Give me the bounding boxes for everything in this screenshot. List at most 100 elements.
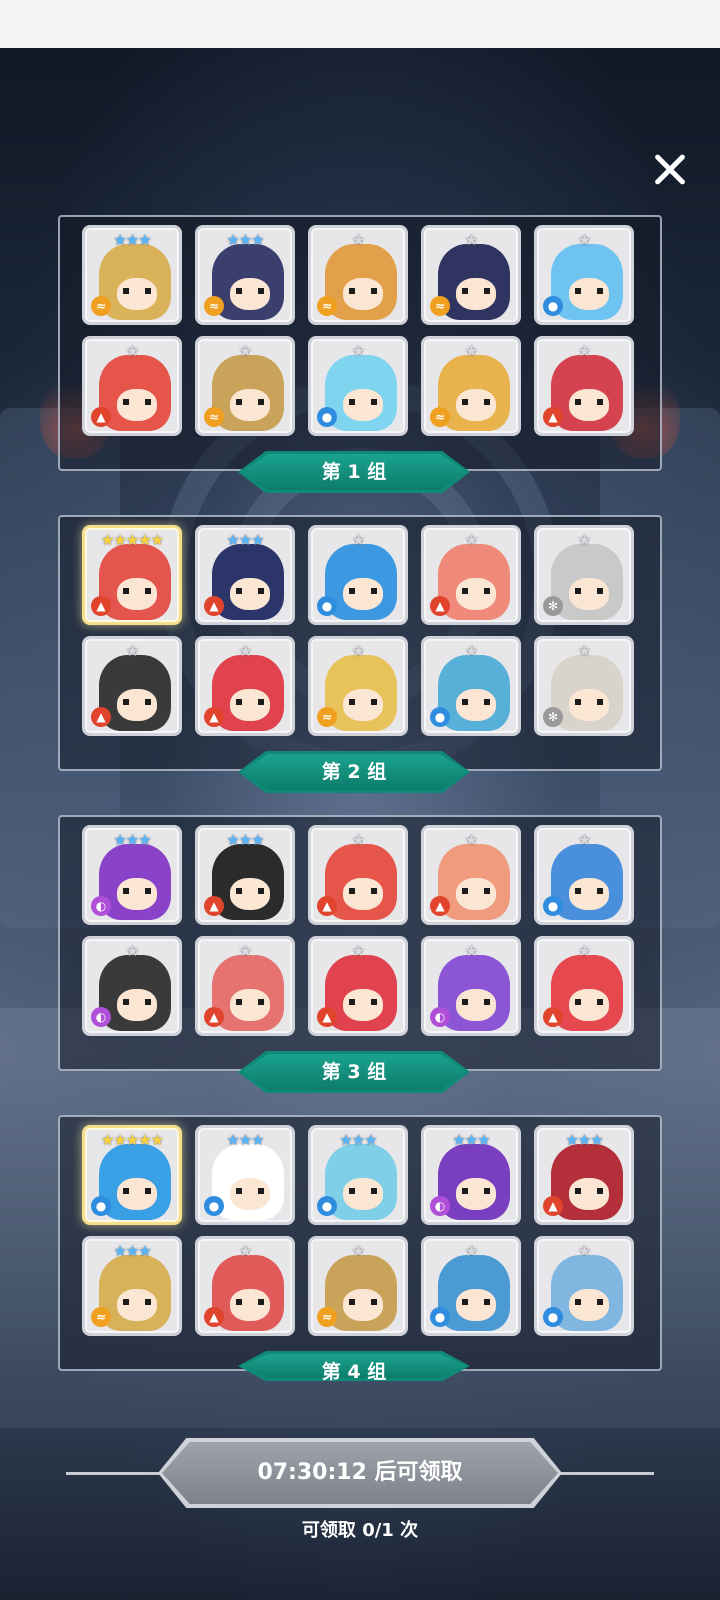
star-rating: ★ <box>125 642 139 660</box>
hero-card[interactable]: ★ ● <box>534 1236 634 1336</box>
hero-card[interactable]: ★ ▲ <box>308 936 408 1036</box>
arcane-element-icon: ◐ <box>91 896 111 916</box>
hero-card[interactable]: ★★★★★ ▲ <box>82 525 182 625</box>
fire-element-icon: ▲ <box>430 896 450 916</box>
wind-element-icon: ≈ <box>204 407 224 427</box>
hero-face <box>230 278 270 310</box>
light-element-icon: ✻ <box>543 707 563 727</box>
hero-face <box>230 1289 270 1321</box>
hero-face <box>343 389 383 421</box>
hero-card[interactable]: ★ ≈ <box>195 336 295 436</box>
hero-card[interactable]: ★★★ ● <box>308 1125 408 1225</box>
hero-eyes <box>349 588 377 594</box>
group-label: 第 3 组 <box>321 1061 387 1083</box>
hero-face <box>117 1289 157 1321</box>
hero-eyes <box>575 888 603 894</box>
hero-card[interactable]: ★ ● <box>421 1236 521 1336</box>
hero-face <box>230 578 270 610</box>
hero-card[interactable]: ★ ▲ <box>82 636 182 736</box>
hero-card[interactable]: ★ ▲ <box>195 636 295 736</box>
hero-eyes <box>236 588 264 594</box>
hero-card[interactable]: ★ ▲ <box>195 936 295 1036</box>
fire-element-icon: ▲ <box>430 596 450 616</box>
hero-eyes <box>575 1299 603 1305</box>
hero-face <box>117 389 157 421</box>
hero-card[interactable]: ★ ≈ <box>308 1236 408 1336</box>
star-rating: ★ <box>351 1242 365 1260</box>
hero-face <box>343 1289 383 1321</box>
hero-card[interactable]: ★★★ ≈ <box>195 225 295 325</box>
hero-card[interactable]: ★★★ ◐ <box>82 825 182 925</box>
hero-face <box>343 1178 383 1210</box>
group-panel: ★★★ ◐ ★★★ ▲ ★ ▲ ★ ▲ ★ ● ★ ◐ ★ ▲ ★ ▲ ★ ◐ ★ ▲ <box>58 815 662 1071</box>
hero-card[interactable]: ★ ◐ <box>421 936 521 1036</box>
hero-card[interactable]: ★ ≈ <box>308 636 408 736</box>
hero-card[interactable]: ★ ▲ <box>308 825 408 925</box>
hero-face <box>456 689 496 721</box>
hero-card[interactable]: ★ ≈ <box>308 225 408 325</box>
fire-element-icon: ▲ <box>204 707 224 727</box>
hero-card[interactable]: ★★★ ▲ <box>534 1125 634 1225</box>
water-element-icon: ● <box>317 407 337 427</box>
group-label: 第 4 组 <box>321 1361 387 1383</box>
hero-card[interactable]: ★ ▲ <box>421 525 521 625</box>
hero-card[interactable]: ★ ✻ <box>534 525 634 625</box>
hero-face <box>569 878 609 910</box>
hero-card[interactable]: ★ ≈ <box>421 225 521 325</box>
star-rating: ★ <box>351 642 365 660</box>
star-rating: ★ <box>351 831 365 849</box>
hero-card[interactable]: ★ ● <box>308 336 408 436</box>
water-element-icon: ● <box>91 1196 111 1216</box>
star-rating: ★★★ <box>113 831 151 849</box>
hero-card[interactable]: ★★★★★ ● <box>82 1125 182 1225</box>
hero-card[interactable]: ★★★ ● <box>195 1125 295 1225</box>
hero-eyes <box>462 288 490 294</box>
hero-card[interactable]: ★★★ ▲ <box>195 825 295 925</box>
water-element-icon: ● <box>543 1307 563 1327</box>
star-rating: ★ <box>238 642 252 660</box>
water-element-icon: ● <box>317 1196 337 1216</box>
hero-card[interactable]: ★ ≈ <box>421 336 521 436</box>
hero-eyes <box>462 1299 490 1305</box>
hero-card[interactable]: ★ ▲ <box>82 336 182 436</box>
star-rating: ★ <box>464 942 478 960</box>
hero-card[interactable]: ★★★ ▲ <box>195 525 295 625</box>
hero-face <box>569 1289 609 1321</box>
water-element-icon: ● <box>430 1307 450 1327</box>
hero-face <box>117 1178 157 1210</box>
hero-face <box>456 1289 496 1321</box>
hero-card[interactable]: ★ ● <box>308 525 408 625</box>
hero-card[interactable]: ★ ▲ <box>534 336 634 436</box>
close-icon[interactable] <box>648 148 692 192</box>
hero-face <box>117 989 157 1021</box>
hero-card[interactable]: ★★★ ≈ <box>82 225 182 325</box>
fire-element-icon: ▲ <box>204 1007 224 1027</box>
hero-card[interactable]: ★★★ ≈ <box>82 1236 182 1336</box>
hero-card[interactable]: ★ ● <box>534 225 634 325</box>
star-rating: ★★★★★ <box>100 531 164 549</box>
hero-grid: ★★★ ◐ ★★★ ▲ ★ ▲ ★ ▲ ★ ● ★ ◐ ★ ▲ ★ ▲ ★ ◐ ★ ▲ <box>82 825 634 1036</box>
water-element-icon: ● <box>543 896 563 916</box>
hero-grid: ★★★★★ ● ★★★ ● ★★★ ● ★★★ ◐ ★★★ ▲ ★★★ ≈ ★ ▲ ★ ≈ ★ ● ★ ● <box>82 1125 634 1336</box>
claim-divider-right <box>558 1472 654 1475</box>
hero-card[interactable]: ★ ● <box>421 636 521 736</box>
hero-eyes <box>236 888 264 894</box>
hero-card[interactable]: ★ ● <box>534 825 634 925</box>
hero-face <box>569 389 609 421</box>
hero-card[interactable]: ★★★ ◐ <box>421 1125 521 1225</box>
hero-card[interactable]: ★ ▲ <box>534 936 634 1036</box>
star-rating: ★★★ <box>339 1131 377 1149</box>
hero-eyes <box>236 399 264 405</box>
hero-face <box>343 689 383 721</box>
hero-card[interactable]: ★ ◐ <box>82 936 182 1036</box>
hero-card[interactable]: ★ ▲ <box>195 1236 295 1336</box>
hero-eyes <box>575 1188 603 1194</box>
hero-card[interactable]: ★ ✻ <box>534 636 634 736</box>
claim-button[interactable]: 07:30:12 后可领取 <box>158 1438 562 1508</box>
wind-element-icon: ≈ <box>91 1307 111 1327</box>
hero-face <box>569 278 609 310</box>
wind-element-icon: ≈ <box>430 407 450 427</box>
arcane-element-icon: ◐ <box>430 1196 450 1216</box>
hero-card[interactable]: ★ ▲ <box>421 825 521 925</box>
fire-element-icon: ▲ <box>204 896 224 916</box>
